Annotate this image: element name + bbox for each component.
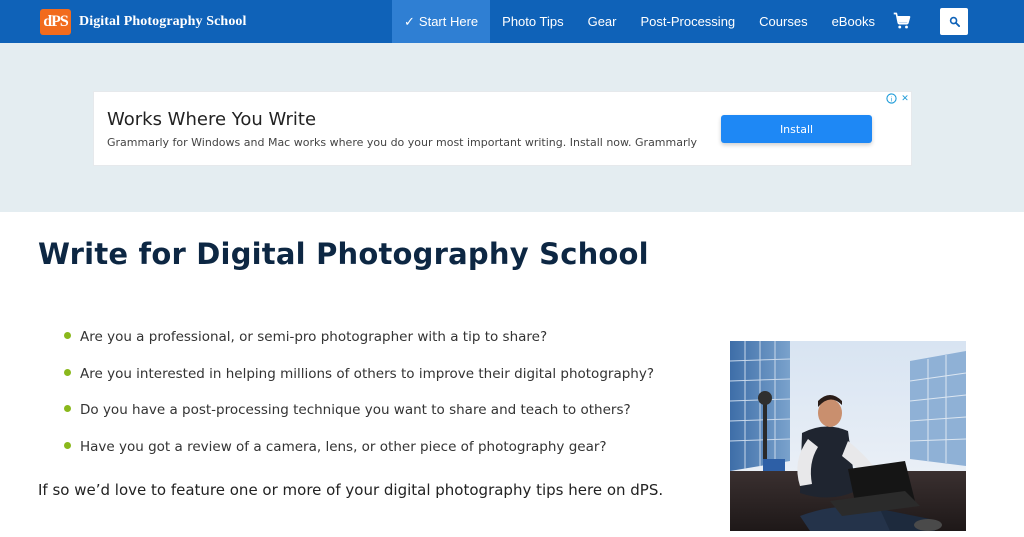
nav-courses[interactable]: Courses [747, 0, 819, 43]
bullet-dot [64, 441, 71, 449]
logo-text: Digital Photography School [79, 14, 247, 29]
page-title: Write for Digital Photography School [38, 237, 649, 271]
bullet-list: Are you a professional, or semi-pro phot… [64, 322, 654, 468]
ad-choices: i ✕ [885, 92, 911, 104]
list-item: Have you got a review of a camera, lens,… [64, 432, 654, 469]
site-header: dPS Digital Photography School ✓ Start H… [0, 0, 1024, 43]
list-item-text: Do you have a post-processing technique … [80, 402, 631, 418]
list-item: Are you a professional, or semi-pro phot… [64, 322, 654, 359]
photographer-laptop-photo [730, 341, 966, 531]
logo-badge: dPS [40, 9, 71, 35]
svg-text:i: i [890, 95, 892, 103]
search-icon [949, 16, 960, 27]
search-button[interactable] [940, 8, 968, 35]
check-icon: ✓ [404, 13, 415, 29]
nav-start-here[interactable]: ✓ Start Here [392, 0, 491, 43]
nav-ebooks[interactable]: eBooks [820, 0, 887, 43]
ad-close-icon[interactable]: ✕ [899, 92, 911, 104]
bullet-dot [64, 368, 71, 376]
main-nav: ✓ Start Here Photo Tips Gear Post-Proces… [392, 0, 887, 43]
ad-box[interactable]: Works Where You Write Grammarly for Wind… [93, 91, 912, 166]
ad-body: Grammarly for Windows and Mac works wher… [107, 136, 698, 149]
list-item: Are you interested in helping millions o… [64, 359, 654, 396]
nav-gear[interactable]: Gear [576, 0, 629, 43]
list-item-text: Are you interested in helping millions o… [80, 365, 654, 382]
ad-banner-area: Works Where You Write Grammarly for Wind… [0, 43, 1024, 212]
cart-icon[interactable] [893, 12, 913, 32]
bullet-dot [64, 332, 71, 339]
list-item: Do you have a post-processing technique … [64, 395, 654, 432]
list-item-text: Are you a professional, or semi-pro phot… [80, 329, 548, 345]
ad-title: Works Where You Write [107, 109, 317, 130]
list-item-text: Have you got a review of a camera, lens,… [80, 438, 607, 455]
site-logo[interactable]: dPS Digital Photography School [40, 9, 247, 35]
ad-info-icon[interactable]: i [885, 92, 897, 104]
nav-start-here-label: Start Here [418, 14, 479, 29]
bullet-dot [64, 405, 71, 412]
ad-install-button[interactable]: Install [721, 115, 872, 143]
nav-photo-tips[interactable]: Photo Tips [490, 0, 575, 43]
closing-paragraph: If so we’d love to feature one or more o… [38, 481, 664, 499]
nav-post-processing[interactable]: Post-Processing [629, 0, 748, 43]
